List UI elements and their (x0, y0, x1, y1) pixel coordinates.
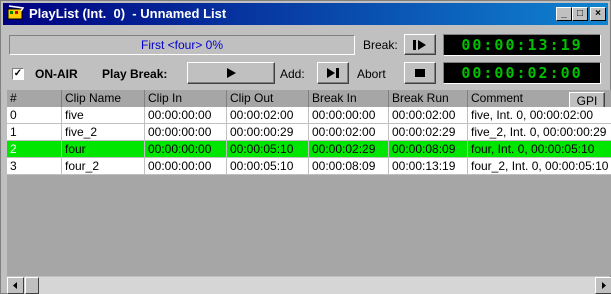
cell-number: 2 (7, 141, 62, 158)
play-icon (227, 68, 236, 78)
scroll-left-button[interactable] (7, 277, 24, 294)
cell-clip-in: 00:00:00:00 (145, 107, 227, 124)
column-header-break-run[interactable]: Break Run (389, 90, 468, 107)
abort-timer-display: 00:00:02:00 (443, 62, 601, 84)
break-timer-display: 00:00:13:19 (443, 34, 601, 56)
cell-clip-out: 00:00:00:29 (227, 124, 309, 141)
cell-clip-out: 00:00:05:10 (227, 158, 309, 175)
add-button[interactable] (317, 62, 349, 84)
cell-break-run: 00:00:08:09 (389, 141, 468, 158)
on-air-label: ON-AIR (35, 67, 78, 81)
cell-clip-name: four_2 (62, 158, 145, 175)
break-label: Break: (363, 38, 398, 52)
table-row[interactable]: 3 four_2 00:00:00:00 00:00:05:10 00:00:08:09… (7, 158, 611, 175)
cell-comment: five, Int. 0, 00:00:02:00 (468, 107, 611, 124)
title-bar[interactable]: PlayList (Int. 0) - Unnamed List _ □ × (3, 3, 608, 25)
cell-break-in: 00:00:02:29 (309, 141, 389, 158)
cell-break-in: 00:00:00:00 (309, 107, 389, 124)
play-break-button[interactable] (187, 62, 275, 84)
cell-clip-in: 00:00:00:00 (145, 124, 227, 141)
filmstrip-icon (7, 5, 25, 20)
cell-comment: five_2, Int. 0, 00:00:00:29 (468, 124, 611, 141)
cell-clip-name: five (62, 107, 145, 124)
abort-button[interactable] (404, 62, 436, 84)
maximize-button[interactable]: □ (572, 7, 588, 21)
column-header-break-in[interactable]: Break In (309, 90, 389, 107)
cell-number: 1 (7, 124, 62, 141)
play-to-end-icon (413, 39, 426, 50)
scroll-right-button[interactable] (595, 277, 611, 294)
column-header-clip-name[interactable]: Clip Name (62, 90, 145, 107)
column-header-clip-in[interactable]: Clip In (145, 90, 227, 107)
cell-comment: four_2, Int. 0, 00:00:05:10 (468, 158, 611, 175)
cell-break-in: 00:00:08:09 (309, 158, 389, 175)
column-header-number[interactable]: # (7, 90, 62, 107)
on-air-checkbox[interactable]: ✓ (12, 68, 24, 80)
table-row[interactable]: 2 four 00:00:00:00 00:00:05:10 00:00:02:29 00… (7, 141, 611, 158)
playlist-window: PlayList (Int. 0) - Unnamed List _ □ × F… (0, 0, 611, 294)
cell-break-run: 00:00:13:19 (389, 158, 468, 175)
cell-break-in: 00:00:02:00 (309, 124, 389, 141)
cell-clip-name: five_2 (62, 124, 145, 141)
cell-clip-out: 00:00:05:10 (227, 141, 309, 158)
playlist-grid[interactable]: # Clip Name Clip In Clip Out Break In Br… (7, 90, 611, 276)
cell-clip-name: four (62, 141, 145, 158)
cell-clip-in: 00:00:00:00 (145, 158, 227, 175)
cell-number: 0 (7, 107, 62, 124)
table-row[interactable]: 1 five_2 00:00:00:00 00:00:00:29 00:00:02:00… (7, 124, 611, 141)
minimize-button[interactable]: _ (556, 7, 572, 21)
scroll-thumb[interactable] (25, 277, 39, 294)
table-row[interactable]: 0 five 00:00:00:00 00:00:02:00 00:00:00:00 00… (7, 107, 611, 124)
horizontal-scrollbar[interactable] (7, 277, 611, 294)
cell-break-run: 00:00:02:29 (389, 124, 468, 141)
cell-number: 3 (7, 158, 62, 175)
window-title: PlayList (Int. 0) - Unnamed List (29, 6, 227, 21)
close-button[interactable]: × (590, 7, 606, 21)
column-header-clip-out[interactable]: Clip Out (227, 90, 309, 107)
cell-clip-in: 00:00:00:00 (145, 141, 227, 158)
play-to-end-icon (327, 68, 339, 78)
abort-label: Abort (357, 67, 386, 81)
cell-break-run: 00:00:02:00 (389, 107, 468, 124)
arrow-left-icon (13, 282, 17, 289)
break-button[interactable] (404, 34, 436, 55)
add-label: Add: (280, 67, 305, 81)
arrow-right-icon (602, 282, 606, 289)
cell-clip-out: 00:00:02:00 (227, 107, 309, 124)
cell-comment: four, Int. 0, 00:00:05:10 (468, 141, 611, 158)
play-break-label: Play Break: (102, 67, 168, 81)
status-panel: First <four> 0% (9, 35, 355, 55)
stop-icon (415, 69, 425, 77)
